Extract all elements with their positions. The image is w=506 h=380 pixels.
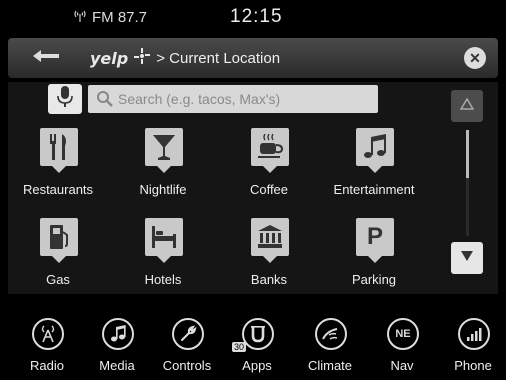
scroll-up-button[interactable] [451, 90, 483, 122]
back-button[interactable] [16, 45, 76, 71]
antenna-icon [74, 9, 86, 26]
radio-icon [32, 318, 64, 350]
nav-climate[interactable]: Climate [295, 318, 365, 378]
compass-icon: NE [387, 318, 419, 350]
nav-controls[interactable]: Controls [152, 318, 222, 378]
page-title: > Current Location [156, 49, 281, 67]
category-label: Banks [250, 272, 288, 287]
nav-label: Climate [307, 358, 353, 373]
app-header: yelp > Current Location ✕ [8, 38, 498, 78]
nav-radio[interactable]: Radio [12, 318, 82, 378]
category-hotels[interactable]: Hotels [113, 218, 213, 298]
gas-pump-icon [40, 218, 78, 263]
category-label: Coffee [249, 182, 289, 197]
nav-label: Apps [242, 358, 272, 373]
category-label: Hotels [144, 272, 182, 287]
breadcrumb: yelp > Current Location [90, 45, 280, 71]
category-label: Parking [351, 272, 397, 287]
scroll-down-button[interactable] [451, 242, 483, 274]
category-label: Nightlife [139, 182, 187, 197]
triangle-down-icon [460, 249, 474, 267]
cocktail-icon [145, 128, 183, 173]
bank-icon [251, 218, 289, 263]
nav-nav[interactable]: NE Nav [367, 318, 437, 378]
category-nightlife[interactable]: Nightlife [113, 128, 213, 208]
search-bar[interactable] [88, 85, 378, 113]
category-label: Entertainment [333, 182, 415, 197]
scrollbar[interactable] [466, 130, 469, 236]
nav-apps[interactable]: 30 Apps [222, 318, 292, 378]
apps-icon [242, 318, 274, 350]
bed-icon [145, 218, 183, 263]
coffee-cup-icon [251, 128, 289, 173]
status-bar: FM 87.7 12:15 [0, 0, 506, 34]
category-parking[interactable]: P Parking [324, 218, 424, 298]
nav-label: Radio [30, 358, 64, 373]
nav-media[interactable]: Media [82, 318, 152, 378]
parking-icon: P [356, 218, 394, 263]
radio-station-text: FM 87.7 [92, 9, 148, 26]
clock: 12:15 [230, 6, 283, 27]
apps-badge: 30 [232, 342, 247, 352]
nav-label: Media [99, 358, 135, 373]
music-notes-icon [356, 128, 394, 173]
scrollbar-thumb[interactable] [466, 130, 469, 178]
voice-search-button[interactable] [48, 84, 82, 114]
wrench-icon [172, 318, 204, 350]
fork-knife-icon [40, 128, 78, 173]
triangle-up-icon [459, 97, 475, 115]
microphone-icon [57, 85, 73, 113]
close-button[interactable]: ✕ [464, 47, 486, 69]
category-restaurants[interactable]: Restaurants [8, 128, 108, 208]
climate-icon [315, 318, 347, 350]
bottom-nav: Radio Media Controls 30 Apps Climate NE … [0, 310, 506, 380]
category-coffee[interactable]: Coffee [219, 128, 319, 208]
close-icon: ✕ [469, 49, 481, 66]
yelp-logo: yelp [90, 48, 129, 68]
nav-phone[interactable]: Phone [438, 318, 506, 378]
music-note-icon [102, 318, 134, 350]
nav-label: Controls [162, 358, 212, 373]
category-label: Restaurants [22, 182, 94, 197]
parking-glyph: P [366, 223, 383, 250]
category-gas[interactable]: Gas [8, 218, 108, 298]
phone-signal-icon [458, 318, 490, 350]
compass-label: NE [395, 328, 411, 340]
search-icon [96, 90, 114, 108]
category-banks[interactable]: Banks [219, 218, 319, 298]
category-entertainment[interactable]: Entertainment [324, 128, 424, 208]
nav-label: Nav [390, 358, 414, 373]
nav-label: Phone [454, 358, 492, 373]
category-label: Gas [46, 272, 70, 287]
radio-status: FM 87.7 [74, 9, 147, 26]
back-arrow-icon [31, 49, 61, 68]
yelp-burst-icon [134, 47, 151, 69]
search-input[interactable] [114, 91, 372, 107]
main-content: Restaurants Nightlife Coffee Entertainme… [8, 82, 498, 294]
